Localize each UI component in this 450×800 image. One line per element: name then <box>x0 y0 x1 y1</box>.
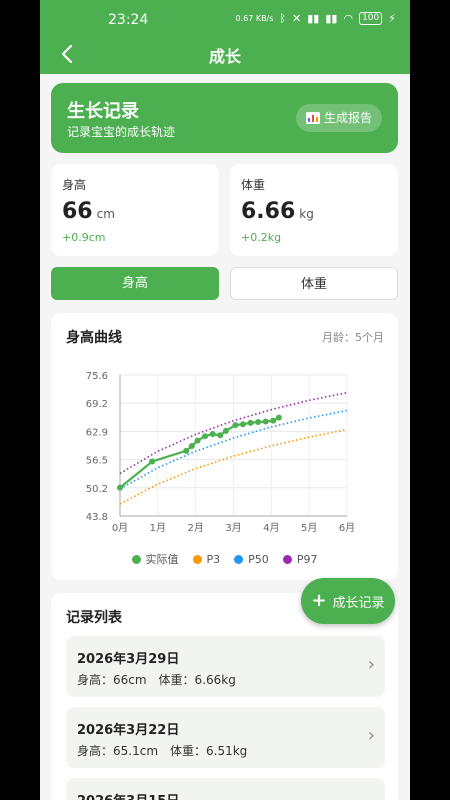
legend-dot <box>234 554 244 564</box>
data-point <box>247 419 254 426</box>
data-point <box>275 414 282 421</box>
chart-age: 月龄：5个月 <box>322 331 384 344</box>
legend-label: P50 <box>248 552 269 566</box>
signal-icon-2: ▮▮ <box>325 12 338 25</box>
legend-label: P97 <box>296 552 318 566</box>
tab-weight[interactable]: 体重 <box>230 267 398 300</box>
plus-icon: + <box>311 590 327 611</box>
data-point <box>194 437 201 444</box>
chevron-right-icon: › <box>367 654 375 675</box>
record-item[interactable]: 2026年3月22日 身高：65.1cm 体重：6.51kg › <box>66 707 385 768</box>
record-date: 2026年3月22日 <box>77 723 180 738</box>
status-bar: 23:24 0.67 KB/s ᛒ ✕ ▮▮ ▮▮ ◠ 100 ⚡ <box>40 0 410 38</box>
bluetooth-icon: ᛒ <box>279 12 287 25</box>
banner-subtitle: 记录宝宝的成长轨迹 <box>67 125 176 139</box>
height-card: 身高 66 cm +0.9cm <box>51 164 219 256</box>
x-tick-label: 5月 <box>301 522 317 534</box>
height-value-row: 66 cm <box>62 199 115 224</box>
data-point <box>202 433 209 440</box>
legend-label: 实际值 <box>145 553 179 566</box>
height-value: 66 <box>62 199 93 224</box>
data-point <box>183 447 190 454</box>
y-tick-label: 56.5 <box>86 456 108 467</box>
legend-dot <box>131 554 141 564</box>
weight-unit: kg <box>299 207 314 221</box>
data-point <box>232 422 239 429</box>
fab-label: 成长记录 <box>332 595 385 611</box>
net-speed: 0.67 KB/s <box>235 14 274 23</box>
growth-banner: 生长记录 记录宝宝的成长轨迹 生成报告 <box>51 83 398 153</box>
banner-title: 生长记录 <box>67 101 139 122</box>
data-point <box>188 442 195 449</box>
battery-icon: 100 <box>359 12 383 25</box>
x-tick-label: 1月 <box>150 522 166 534</box>
height-delta: +0.9cm <box>62 231 106 244</box>
app-screen: 23:24 0.67 KB/s ᛒ ✕ ▮▮ ▮▮ ◠ 100 ⚡ 成长 生长记… <box>40 0 410 800</box>
app-bar: 成长 <box>40 38 410 74</box>
legend-item: P97 <box>282 551 318 567</box>
series-actual-line <box>119 416 280 489</box>
legend-label: P3 <box>206 552 221 566</box>
mute-icon: ✕ <box>292 12 302 25</box>
legend-dot <box>282 554 292 564</box>
height-unit: cm <box>96 207 115 221</box>
chart-title: 身高曲线 <box>66 330 122 346</box>
bar-chart-icon <box>305 112 320 124</box>
y-tick-label: 62.9 <box>86 427 108 438</box>
y-tick-label: 50.2 <box>86 484 108 495</box>
x-tick-label: 6月 <box>339 522 355 534</box>
height-chart: 75.6 69.2 62.9 56.5 50.2 43.8 0月 1月 2月 3月 4月 5月 6月 <box>86 371 355 534</box>
x-tick-label: 0月 <box>112 522 128 534</box>
charging-icon: ⚡ <box>388 12 396 25</box>
data-point <box>262 418 269 425</box>
weight-value-row: 6.66 kg <box>241 199 314 224</box>
record-item[interactable]: 2026年3月29日 身高：66cm 体重：6.66kg › <box>66 636 385 697</box>
x-tick-label: 3月 <box>225 522 241 534</box>
records-title: 记录列表 <box>66 610 122 626</box>
records-card: 记录列表 2026年3月29日 身高：66cm 体重：6.66kg › 2026… <box>51 593 398 800</box>
data-point <box>217 432 224 439</box>
data-point <box>117 484 123 491</box>
record-item[interactable]: 2026年3月15日 <box>66 778 385 800</box>
status-time: 23:24 <box>108 12 149 28</box>
legend-item: P50 <box>234 551 269 567</box>
page-title: 成长 <box>208 47 241 66</box>
weight-delta: +0.2kg <box>241 231 282 244</box>
data-point <box>239 421 246 428</box>
record-date: 2026年3月29日 <box>77 652 180 667</box>
data-point <box>209 430 216 437</box>
y-tick-label: 43.8 <box>86 512 108 523</box>
chevron-right-icon: › <box>367 725 375 746</box>
data-point <box>222 427 229 434</box>
record-detail: 身高：65.1cm 体重：6.51kg <box>77 744 248 758</box>
weight-label: 体重 <box>241 178 266 192</box>
status-icons: 0.67 KB/s ᛒ ✕ ▮▮ ▮▮ ◠ 100 ⚡ <box>235 12 396 25</box>
data-point <box>255 419 262 425</box>
data-point <box>149 458 156 465</box>
height-chart-card: 身高曲线 月龄：5个月 75.6 69.2 62.9 56.5 50.2 43.8 0月 1月… <box>51 313 398 580</box>
weight-card: 体重 6.66 kg +0.2kg <box>230 164 398 256</box>
legend-item: P3 <box>192 551 221 567</box>
legend-dot <box>192 554 202 564</box>
generate-report-button[interactable]: 生成报告 <box>295 104 382 132</box>
chart-legend: 实际值 P3 P50 P97 <box>51 551 398 567</box>
wifi-icon: ◠ <box>343 12 354 25</box>
y-tick-label: 75.6 <box>86 371 108 382</box>
x-tick-label: 4月 <box>263 522 279 534</box>
weight-value: 6.66 <box>241 199 296 224</box>
data-point <box>270 417 277 424</box>
signal-icon: ▮▮ <box>307 12 320 25</box>
x-tick-label: 2月 <box>187 522 203 534</box>
record-date: 2026年3月15日 <box>77 790 179 800</box>
height-label: 身高 <box>62 178 87 192</box>
generate-report-label: 生成报告 <box>323 111 372 125</box>
tab-height[interactable]: 身高 <box>51 267 219 300</box>
y-tick-label: 69.2 <box>86 399 108 410</box>
record-detail: 身高：66cm 体重：6.66kg <box>77 673 236 687</box>
add-growth-record-button[interactable]: + 成长记录 <box>301 578 395 624</box>
legend-item: 实际值 <box>131 551 179 567</box>
